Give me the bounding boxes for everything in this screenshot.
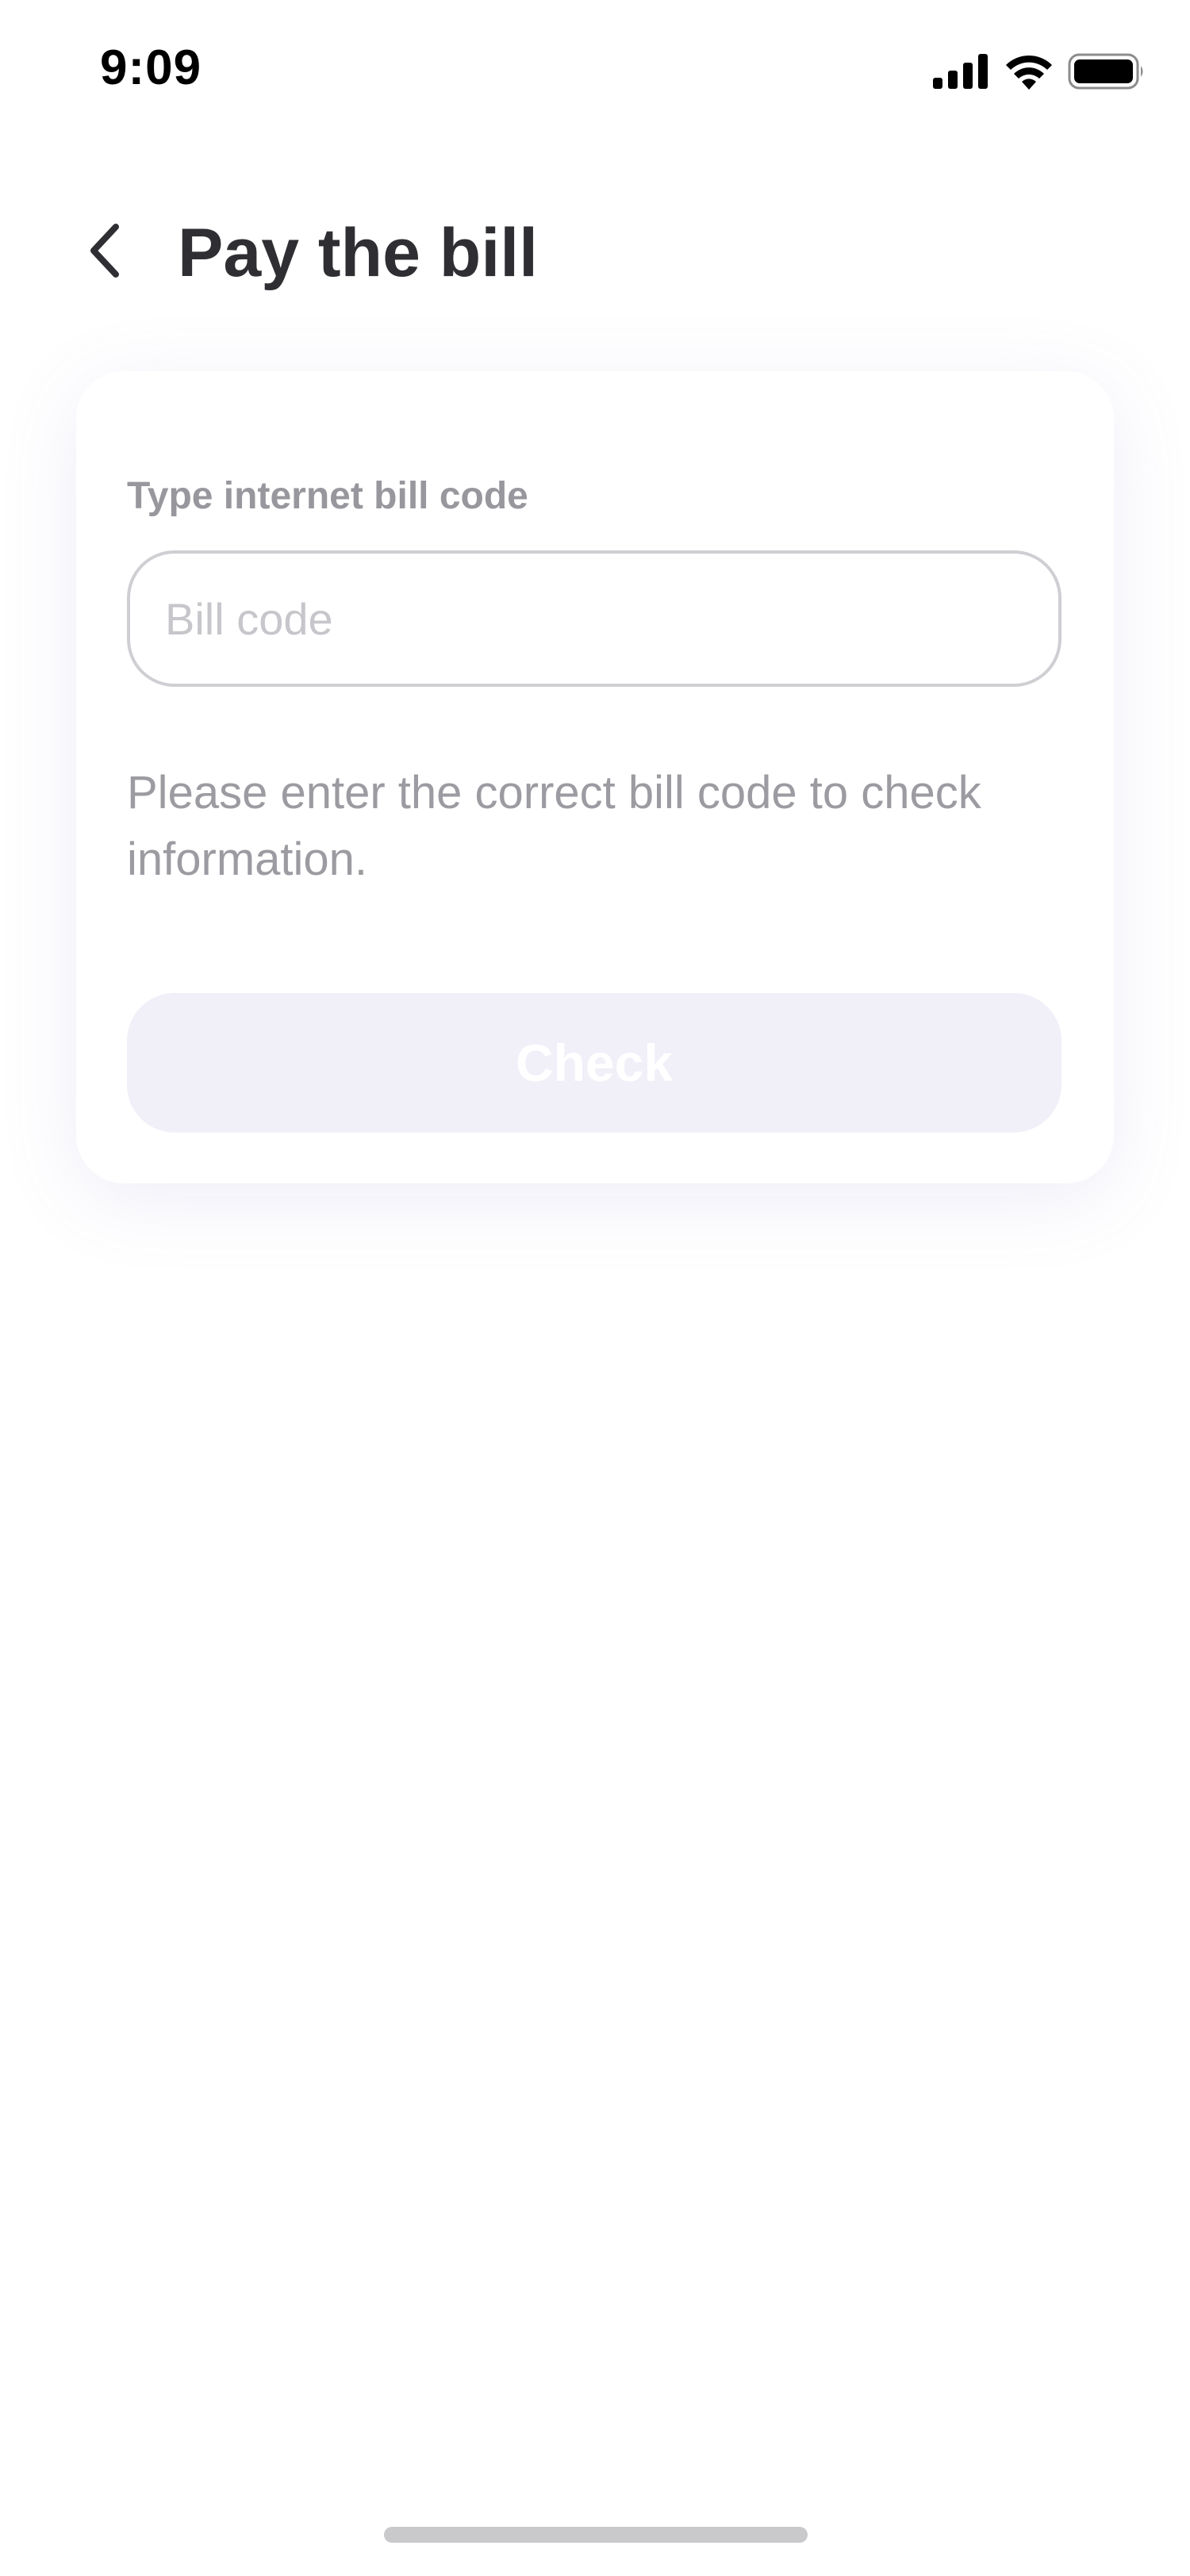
status-bar: 9:09 bbox=[0, 0, 1190, 143]
chevron-left-icon bbox=[84, 222, 125, 283]
page-title: Pay the bill bbox=[178, 215, 539, 291]
bill-code-card: Type internet bill code Please enter the… bbox=[76, 371, 1114, 1183]
bill-code-label: Type internet bill code bbox=[127, 475, 528, 517]
header: Pay the bill bbox=[0, 198, 1190, 309]
back-button[interactable] bbox=[68, 216, 141, 289]
check-button[interactable]: Check bbox=[127, 993, 1061, 1133]
bill-code-input[interactable] bbox=[127, 550, 1061, 687]
hint-text: Please enter the correct bill code to ch… bbox=[127, 767, 981, 885]
status-icons bbox=[933, 51, 1146, 95]
wifi-icon bbox=[1004, 53, 1054, 94]
status-time: 9:09 bbox=[100, 40, 202, 95]
cellular-signal-icon bbox=[933, 53, 990, 93]
home-indicator bbox=[384, 2527, 808, 2543]
battery-icon bbox=[1068, 53, 1146, 94]
